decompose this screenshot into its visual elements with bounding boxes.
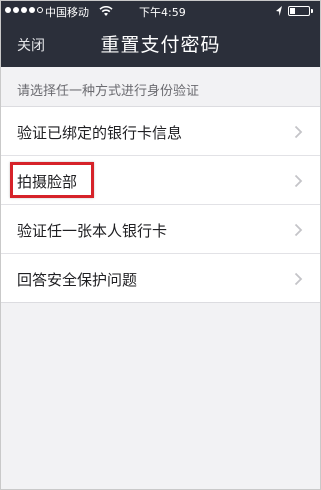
location-arrow-icon [276, 6, 282, 16]
chevron-right-icon [294, 272, 303, 286]
instruction-text: 请选择任一种方式进行身份验证 [17, 84, 200, 99]
option-label: 验证任一张本人银行卡 [17, 222, 168, 240]
option-label: 拍摄脸部 [17, 173, 78, 191]
signal-dot [13, 7, 19, 13]
chevron-right-icon [294, 223, 303, 237]
chevron-right-icon [294, 125, 303, 139]
option-security-questions[interactable]: 回答安全保护问题 [1, 254, 320, 303]
signal-strength-icon [5, 7, 43, 13]
carrier-name: 中国移动 [45, 6, 89, 19]
page-title: 重置支付密码 [100, 34, 221, 56]
option-verify-any-own-bank-card[interactable]: 验证任一张本人银行卡 [1, 205, 320, 254]
signal-dot-empty [37, 7, 43, 13]
status-bar: 中国移动 下午4:59 [1, 1, 320, 21]
signal-dot [5, 7, 11, 13]
battery-level [290, 8, 295, 14]
option-label: 验证已绑定的银行卡信息 [17, 124, 183, 142]
clock: 下午4:59 [139, 6, 186, 19]
option-label: 回答安全保护问题 [17, 271, 138, 289]
signal-dot [29, 7, 35, 13]
wifi-icon [99, 5, 113, 16]
navigation-bar: 关闭 重置支付密码 [1, 21, 320, 67]
option-face-photo[interactable]: 拍摄脸部 [1, 156, 320, 205]
battery-icon [288, 6, 313, 16]
signal-dot [21, 7, 27, 13]
option-verify-bound-bank-card[interactable]: 验证已绑定的银行卡信息 [1, 107, 320, 156]
app-screen: 中国移动 下午4:59 关闭 重置支付密码 请选择任一种方式进行身份验证 验证已… [0, 0, 321, 490]
verification-options-list: 验证已绑定的银行卡信息 拍摄脸部 验证任一张本人银行卡 回答安全保护问题 [1, 106, 320, 303]
chevron-right-icon [294, 174, 303, 188]
